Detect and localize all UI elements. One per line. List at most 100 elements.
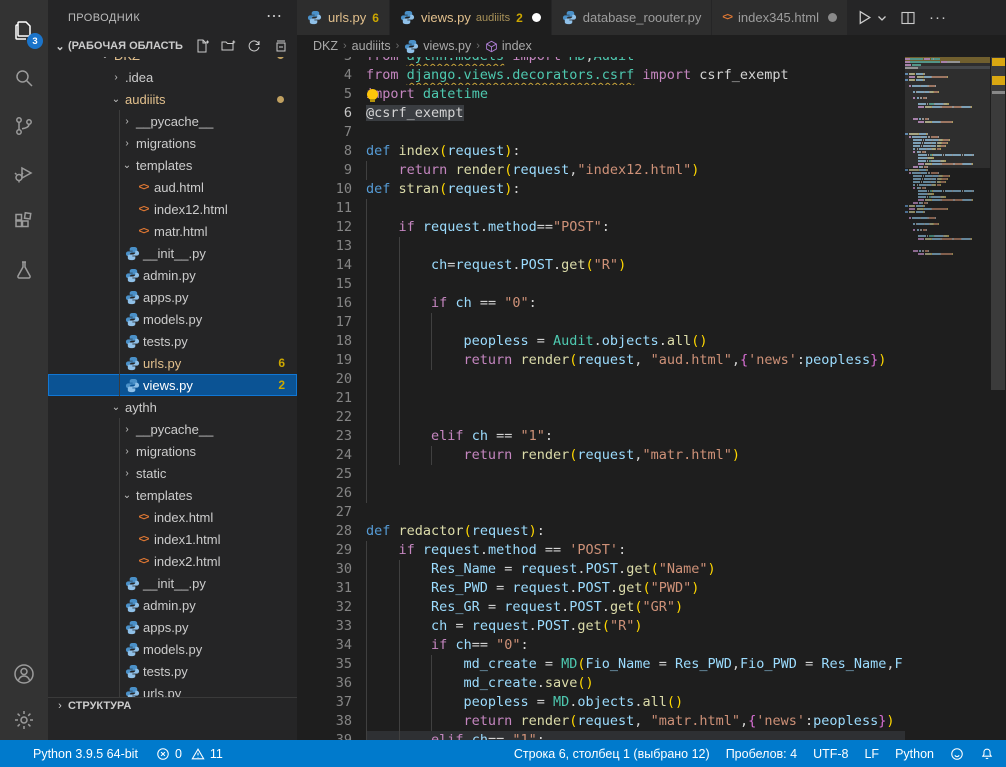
language-mode-status[interactable]: Python — [895, 747, 934, 761]
encoding-status[interactable]: UTF-8 — [813, 747, 848, 761]
tree-folder-templates[interactable]: ⌄templates — [48, 154, 297, 176]
more-actions-icon[interactable]: ··· — [928, 7, 948, 29]
code-line-22[interactable]: 22 — [297, 408, 905, 427]
breadcrumb-item-index[interactable]: index — [485, 39, 532, 53]
tree-file-admin-py[interactable]: admin.py — [48, 594, 297, 616]
code-line-4[interactable]: 4from django.views.decorators.csrf impor… — [297, 66, 905, 85]
code-line-34[interactable]: 34 if ch== "0": — [297, 636, 905, 655]
tab-index345-html[interactable]: <>index345.html — [712, 0, 848, 35]
tree-folder-templates[interactable]: ⌄templates — [48, 484, 297, 506]
tree-file-apps-py[interactable]: apps.py — [48, 616, 297, 638]
breadcrumb-item-audiiits[interactable]: audiiits — [352, 39, 391, 53]
editor-scrollbar[interactable] — [990, 57, 1006, 740]
tree-file-models-py[interactable]: models.py — [48, 308, 297, 330]
scrollbar-thumb[interactable] — [991, 57, 1005, 390]
code-line-35[interactable]: 35 md_create = MD(Fio_Name = Res_PWD,Fio… — [297, 655, 905, 674]
tree-folder--pycache-[interactable]: ›__pycache__ — [48, 418, 297, 440]
outline-section-header[interactable]: › СТРУКТУРА — [48, 697, 297, 713]
code-line-9[interactable]: 9 return render(request,"index12.html") — [297, 161, 905, 180]
tab-database-roouter-py[interactable]: database_roouter.py — [552, 0, 713, 35]
code-line-26[interactable]: 26 — [297, 484, 905, 503]
tab-urls-py[interactable]: urls.py6 — [297, 0, 390, 35]
code-line-13[interactable]: 13 — [297, 237, 905, 256]
tree-folder-static[interactable]: ›static — [48, 462, 297, 484]
tree-file-tests-py[interactable]: tests.py — [48, 330, 297, 352]
tree-file-views-py[interactable]: views.py2 — [48, 374, 297, 396]
new-folder-icon[interactable] — [219, 37, 237, 55]
tree-folder-migrations[interactable]: ›migrations — [48, 440, 297, 462]
breadcrumb-item-dkz[interactable]: DKZ — [313, 39, 338, 53]
code-line-10[interactable]: 10def stran(request): — [297, 180, 905, 199]
testing-icon[interactable] — [0, 246, 48, 294]
code-line-28[interactable]: 28def redactor(request): — [297, 522, 905, 541]
notifications-bell-icon[interactable] — [980, 747, 994, 761]
indentation-status[interactable]: Пробелов: 4 — [726, 747, 797, 761]
python-interpreter-status[interactable]: Python 3.9.5 64-bit — [33, 747, 138, 761]
breadcrumb-item-views-py[interactable]: views.py — [404, 39, 471, 54]
collapse-all-icon[interactable] — [271, 37, 289, 55]
code-line-11[interactable]: 11 — [297, 199, 905, 218]
explorer-more-actions[interactable]: ⋯ — [266, 6, 283, 26]
code-line-32[interactable]: 32 Res_GR = request.POST.get("GR") — [297, 598, 905, 617]
code-line-3[interactable]: 3from aythh.models import MD,Audit — [297, 57, 905, 66]
feedback-icon[interactable] — [950, 747, 964, 761]
refresh-icon[interactable] — [245, 37, 263, 55]
minimap[interactable] — [905, 57, 990, 740]
cursor-position-status[interactable]: Строка 6, столбец 1 (выбрано 12) — [514, 747, 710, 761]
tree-file-index1-html[interactable]: <>index1.html — [48, 528, 297, 550]
search-icon[interactable] — [0, 54, 48, 102]
tree-folder-aythh[interactable]: ⌄aythh — [48, 396, 297, 418]
eol-status[interactable]: LF — [864, 747, 879, 761]
tab-views-py[interactable]: views.pyaudiiits2 — [390, 0, 552, 35]
code-line-17[interactable]: 17 — [297, 313, 905, 332]
code-line-12[interactable]: 12 if request.method=="POST": — [297, 218, 905, 237]
code-line-25[interactable]: 25 — [297, 465, 905, 484]
code-line-18[interactable]: 18 peopless = Audit.objects.all() — [297, 332, 905, 351]
code-line-20[interactable]: 20 — [297, 370, 905, 389]
tree-file-index2-html[interactable]: <>index2.html — [48, 550, 297, 572]
tree-file-admin-py[interactable]: admin.py — [48, 264, 297, 286]
explorer-icon[interactable]: 3 — [0, 6, 48, 54]
code-line-7[interactable]: 7 — [297, 123, 905, 142]
code-line-24[interactable]: 24 return render(request,"matr.html") — [297, 446, 905, 465]
code-line-21[interactable]: 21 — [297, 389, 905, 408]
code-line-8[interactable]: 8def index(request): — [297, 142, 905, 161]
tree-file-apps-py[interactable]: apps.py — [48, 286, 297, 308]
tree-folder--pycache-[interactable]: ›__pycache__ — [48, 110, 297, 132]
code-line-27[interactable]: 27 — [297, 503, 905, 522]
accounts-icon[interactable] — [0, 650, 48, 698]
tree-file-models-py[interactable]: models.py — [48, 638, 297, 660]
code-line-37[interactable]: 37 peopless = MD.objects.all() — [297, 693, 905, 712]
lightbulb-icon[interactable] — [367, 89, 378, 100]
split-editor-icon[interactable] — [898, 7, 918, 29]
extensions-icon[interactable] — [0, 198, 48, 246]
tree-file-index12-html[interactable]: <>index12.html — [48, 198, 297, 220]
code-line-30[interactable]: 30 Res_Name = request.POST.get("Name") — [297, 560, 905, 579]
tree-folder-migrations[interactable]: ›migrations — [48, 132, 297, 154]
tree-folder-dkz[interactable]: ⌄DKZ — [48, 57, 297, 66]
run-dropdown-chevron-icon[interactable] — [876, 7, 888, 29]
settings-gear-icon[interactable] — [0, 696, 48, 744]
code-line-36[interactable]: 36 md_create.save() — [297, 674, 905, 693]
tree-file-index-html[interactable]: <>index.html — [48, 506, 297, 528]
code-line-16[interactable]: 16 if ch == "0": — [297, 294, 905, 313]
code-line-19[interactable]: 19 return render(request, "aud.html",{'n… — [297, 351, 905, 370]
code-editor[interactable]: 3from aythh.models import MD,Audit4from … — [297, 57, 905, 740]
run-python-file-button[interactable] — [854, 7, 874, 29]
tree-file--init-py[interactable]: __init__.py — [48, 572, 297, 594]
code-line-31[interactable]: 31 Res_PWD = request.POST.get("PWD") — [297, 579, 905, 598]
tree-file-matr-html[interactable]: <>matr.html — [48, 220, 297, 242]
tree-file--init-py[interactable]: __init__.py — [48, 242, 297, 264]
source-control-icon[interactable] — [0, 102, 48, 150]
run-debug-icon[interactable] — [0, 150, 48, 198]
tree-file-tests-py[interactable]: tests.py — [48, 660, 297, 682]
code-line-33[interactable]: 33 ch = request.POST.get("R") — [297, 617, 905, 636]
tree-file-urls-py[interactable]: urls.py — [48, 682, 297, 697]
new-file-icon[interactable] — [193, 37, 211, 55]
code-line-6[interactable]: 6@csrf_exempt — [297, 104, 905, 123]
code-line-38[interactable]: 38 return render(request, "matr.html",{'… — [297, 712, 905, 731]
code-line-14[interactable]: 14 ch=request.POST.get("R") — [297, 256, 905, 275]
tree-file-aud-html[interactable]: <>aud.html — [48, 176, 297, 198]
tree-folder-audiiits[interactable]: ⌄audiiits — [48, 88, 297, 110]
tree-file-urls-py[interactable]: urls.py6 — [48, 352, 297, 374]
